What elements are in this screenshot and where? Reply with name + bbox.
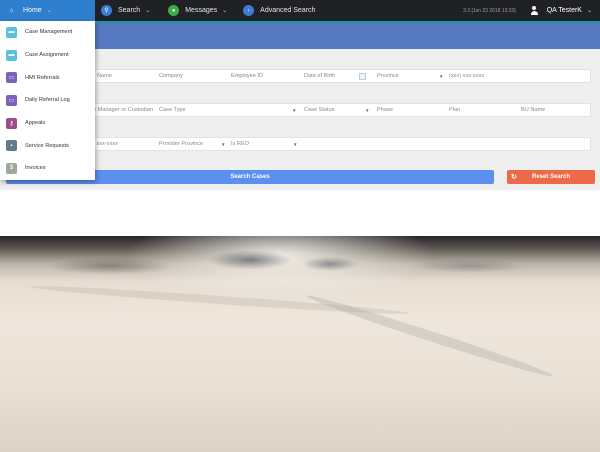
caret-down-icon: ▼	[292, 108, 297, 113]
case-status-select[interactable]: Case Status ▼	[304, 104, 372, 118]
user-menu[interactable]: QA TesterK ⌄	[530, 6, 592, 15]
background-snow-photo	[0, 236, 600, 452]
user-icon	[530, 6, 539, 15]
nav-home-label: Home	[23, 7, 42, 14]
menu-item-invoices[interactable]: $ Invoices	[0, 157, 95, 180]
chevron-down-icon: ⌄	[586, 8, 592, 14]
nav-messages[interactable]: ● Messages ⌄	[162, 0, 233, 21]
home-icon: ⌂	[9, 7, 14, 14]
caret-down-icon: ▼	[439, 74, 444, 79]
menu-item-service-requests[interactable]: ▪ Service Requests	[0, 134, 95, 157]
menu-item-label: HMI Referrals	[25, 74, 60, 81]
arrow-right-circle-icon: ›	[243, 5, 255, 16]
top-navbar: ⌂ Home ⌄ ⚲ Search ⌄ ● Messages ⌄ › Advan…	[0, 0, 600, 23]
case-type-select[interactable]: Case Type ▼	[159, 104, 299, 118]
dollar-icon: $	[6, 162, 17, 174]
folder-icon: ▬	[6, 26, 17, 38]
chevron-down-icon: ⌄	[222, 8, 228, 14]
plan-field[interactable]: Plan	[449, 104, 460, 118]
menu-item-label: Service Requests	[25, 142, 69, 149]
menu-item-label: Appeals	[25, 120, 46, 127]
menu-item-label: Case Assignment	[25, 52, 69, 59]
inbox-icon: ▭	[6, 72, 17, 84]
nav-home[interactable]: ⌂ Home ⌄	[0, 0, 95, 21]
refresh-icon: ↻	[511, 174, 517, 181]
provider-phone-field[interactable]: ) xxx-xxxx	[93, 138, 118, 152]
version-label: 3.3 [Jan 23 2018 13:33]	[463, 7, 516, 14]
menu-item-label: Case Management	[25, 29, 73, 36]
phone-field[interactable]: (xxx) xxx-xxxx	[449, 70, 484, 84]
provider-province-select[interactable]: Provider Province ▼	[159, 138, 227, 152]
calendar-checkbox[interactable]	[359, 73, 366, 80]
photo-shadow-streak	[304, 291, 556, 381]
menu-item-hmi-referrals[interactable]: ▭ HMI Referrals	[0, 66, 95, 89]
date-of-birth-field[interactable]: Date of Birth	[304, 70, 335, 84]
menu-item-appeals[interactable]: ⚷ Appeals	[0, 112, 95, 135]
menu-item-daily-referral-log[interactable]: ▭ Daily Referral Log	[0, 89, 95, 112]
chevron-down-icon: ⌄	[145, 8, 151, 14]
is-reo-select[interactable]: Is REO ▼	[231, 138, 299, 152]
province-select[interactable]: Province ▼	[377, 70, 443, 84]
caret-down-icon: ▼	[293, 142, 298, 147]
case-manager-field[interactable]: e Manager or Custodian	[93, 104, 153, 118]
is-reo-select-label: Is REO	[231, 141, 250, 147]
truck-icon: ▪	[6, 140, 17, 152]
reset-search-label: Reset Search	[531, 174, 571, 180]
case-type-select-label: Case Type	[159, 107, 186, 113]
search-icon: ⚲	[101, 5, 112, 16]
home-dropdown-menu: ▬ Case Management ▬ Case Assignment ▭ HM…	[0, 21, 95, 180]
bu-name-field[interactable]: BU Name	[521, 104, 545, 118]
provider-province-select-label: Provider Province	[159, 141, 204, 147]
caret-down-icon: ▼	[221, 142, 226, 147]
company-field[interactable]: Company	[159, 70, 183, 84]
nav-advanced-search[interactable]: › Advanced Search	[237, 0, 321, 21]
nav-messages-label: Messages	[185, 7, 218, 14]
menu-item-label: Daily Referral Log	[25, 97, 70, 104]
menu-item-case-assignment[interactable]: ▬ Case Assignment	[0, 44, 95, 67]
menu-item-label: Invoices	[25, 165, 46, 172]
caret-down-icon: ▼	[365, 108, 370, 113]
menu-item-case-management[interactable]: ▬ Case Management	[0, 21, 95, 44]
nav-search-label: Search	[118, 7, 141, 14]
province-select-label: Province	[377, 73, 399, 79]
key-icon: ⚷	[6, 117, 17, 129]
folder-icon: ▬	[6, 49, 17, 61]
user-name: QA TesterK	[546, 7, 582, 14]
inbox-icon: ▭	[6, 94, 17, 106]
employee-id-field[interactable]: Employee ID	[231, 70, 263, 84]
name-field[interactable]: Name	[97, 70, 112, 84]
nav-search[interactable]: ⚲ Search ⌄	[95, 0, 156, 21]
chat-icon: ●	[168, 5, 180, 16]
reset-search-button[interactable]: ↻ Reset Search	[507, 170, 595, 184]
nav-advanced-search-label: Advanced Search	[260, 7, 316, 14]
case-status-select-label: Case Status	[304, 107, 335, 113]
phase-field[interactable]: Phase	[377, 104, 393, 118]
chevron-down-icon: ⌄	[46, 8, 52, 14]
